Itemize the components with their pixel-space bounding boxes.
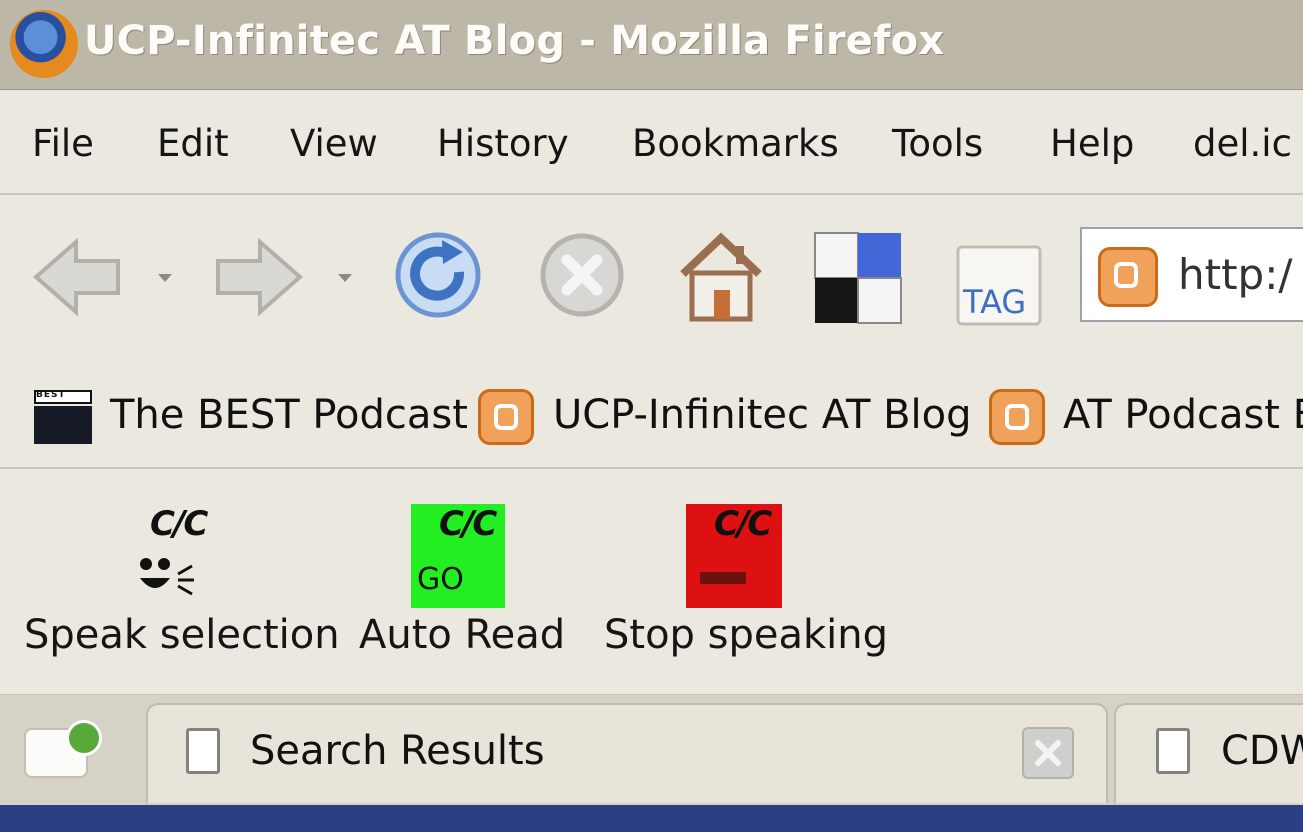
forward-dropdown-icon[interactable] bbox=[338, 274, 352, 282]
back-dropdown-icon[interactable] bbox=[158, 274, 172, 282]
delicious-button[interactable] bbox=[814, 232, 902, 324]
reload-icon bbox=[395, 232, 481, 318]
stop-speaking-button[interactable]: C/C bbox=[686, 504, 782, 608]
back-button[interactable] bbox=[28, 232, 128, 322]
url-text[interactable]: http:/ bbox=[1178, 250, 1293, 299]
stop-speaking-label[interactable]: Stop speaking bbox=[604, 612, 888, 658]
site-favicon-icon bbox=[1098, 247, 1158, 307]
bookmark-at-podcast[interactable]: AT Podcast B bbox=[1063, 392, 1303, 438]
menu-tools[interactable]: Tools bbox=[892, 122, 983, 165]
speak-selection-label[interactable]: Speak selection bbox=[24, 612, 340, 658]
menu-delicious[interactable]: del.ic bbox=[1193, 122, 1292, 165]
menu-view[interactable]: View bbox=[290, 122, 378, 165]
home-icon bbox=[680, 232, 762, 322]
speak-selection-button[interactable]: C/C bbox=[122, 504, 218, 604]
back-arrow-icon bbox=[32, 237, 120, 317]
stop-button[interactable] bbox=[535, 228, 629, 322]
bookmark-ucp-infinitec-at-blog[interactable]: UCP-Infinitec AT Blog bbox=[553, 392, 972, 438]
home-button[interactable] bbox=[675, 228, 767, 324]
menu-history[interactable]: History bbox=[437, 122, 569, 165]
forward-arrow-icon bbox=[216, 237, 304, 317]
blogger-icon bbox=[478, 389, 534, 445]
delicious-icon bbox=[814, 232, 902, 324]
stop-icon bbox=[540, 233, 624, 317]
menu-file[interactable]: File bbox=[32, 122, 94, 165]
title-bar: UCP-Infinitec AT Blog - Mozilla Firefox bbox=[0, 0, 1303, 90]
tag-label: TAG bbox=[963, 283, 1027, 321]
bookmark-best-podcast[interactable]: The BEST Podcast bbox=[110, 392, 468, 438]
page-content-edge bbox=[0, 805, 1303, 832]
menu-edit[interactable]: Edit bbox=[157, 122, 229, 165]
document-icon bbox=[186, 728, 220, 774]
menu-help[interactable]: Help bbox=[1050, 122, 1134, 165]
new-tab-icon bbox=[66, 720, 102, 756]
auto-read-label[interactable]: Auto Read bbox=[359, 612, 565, 658]
close-tab-icon[interactable] bbox=[1022, 727, 1074, 779]
auto-read-button[interactable]: C/C GO bbox=[411, 504, 505, 608]
firefox-window: UCP-Infinitec AT Blog - Mozilla Firefox … bbox=[0, 0, 1303, 832]
window-title: UCP-Infinitec AT Blog - Mozilla Firefox bbox=[84, 18, 945, 64]
blogger-icon bbox=[989, 389, 1045, 445]
speaker-face-icon bbox=[140, 558, 194, 596]
list-all-tabs-button[interactable] bbox=[24, 720, 102, 778]
reload-button[interactable] bbox=[390, 226, 486, 324]
forward-button[interactable] bbox=[208, 232, 308, 322]
tab-title: CDW bbox=[1221, 728, 1303, 774]
firefox-logo-icon bbox=[10, 10, 78, 78]
best-podcast-icon: BEST bbox=[34, 390, 94, 446]
menu-bookmarks[interactable]: Bookmarks bbox=[632, 122, 839, 165]
tab-title: Search Results bbox=[250, 728, 545, 774]
document-icon bbox=[1156, 728, 1190, 774]
